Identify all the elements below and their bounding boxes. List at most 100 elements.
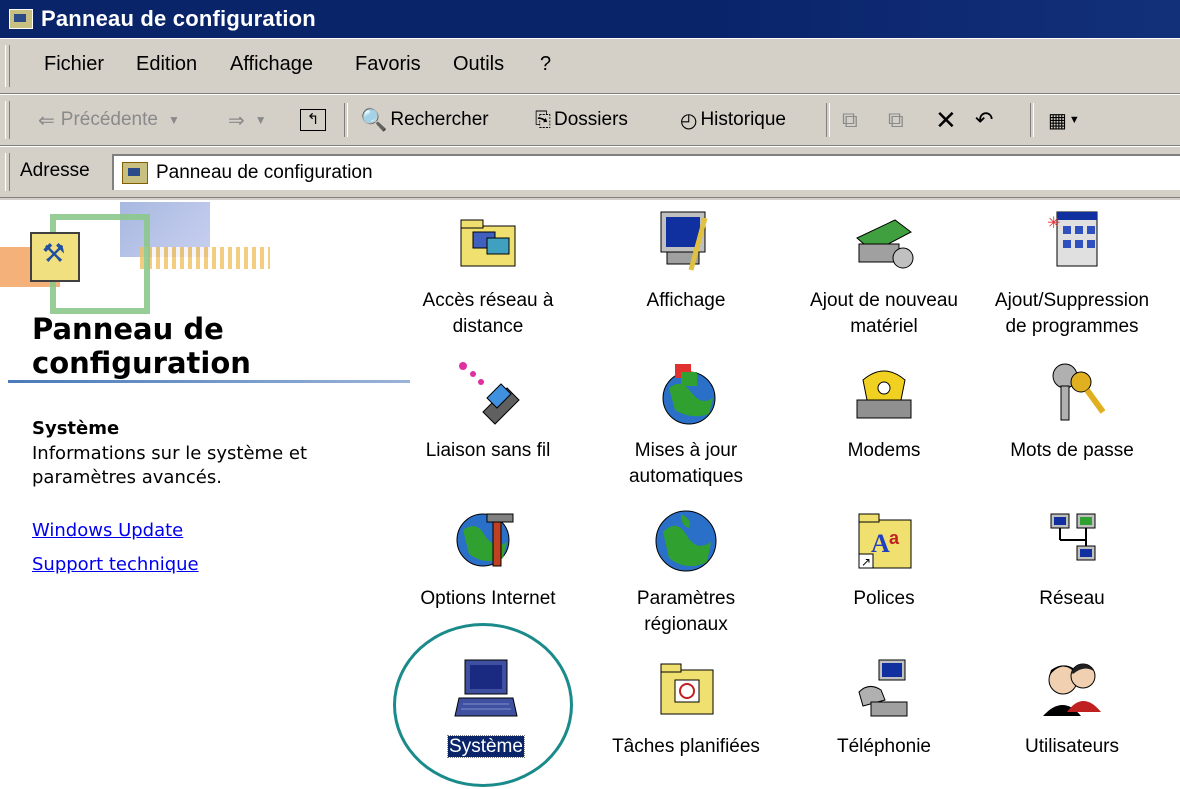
panel-title-line1: Panneau de: [32, 312, 224, 346]
search-icon: 🔍: [360, 107, 388, 132]
network-icon: [1037, 506, 1107, 576]
address-input[interactable]: Panneau de configuration: [112, 154, 1180, 190]
support-technique-link[interactable]: Support technique: [32, 554, 199, 575]
forward-button[interactable]: ⇒ ▼: [228, 105, 267, 135]
svg-text:✳: ✳: [1047, 215, 1060, 232]
item-label: Accès réseau à: [422, 290, 554, 311]
search-button[interactable]: 🔍 Rechercher: [360, 105, 489, 135]
item-polices[interactable]: Aa ↗ Polices: [794, 506, 974, 612]
item-label-line2: régionaux: [644, 614, 728, 635]
menu-help[interactable]: ?: [540, 53, 551, 76]
item-label-line2: distance: [452, 316, 524, 337]
history-label: Historique: [700, 109, 786, 130]
window-chrome: Fichier Edition Affichage Favoris Outils…: [0, 38, 1180, 200]
globe-tools-icon: [453, 506, 523, 576]
item-ajout-materiel[interactable]: Ajout de nouveau matériel: [794, 208, 974, 340]
item-telephonie[interactable]: Téléphonie: [794, 654, 974, 760]
users-icon: [1037, 654, 1107, 724]
item-label-line2: automatiques: [628, 466, 744, 487]
folders-label: Dossiers: [554, 109, 628, 130]
globe-icon: [651, 506, 721, 576]
keys-icon: [1037, 358, 1107, 428]
item-options-internet[interactable]: Options Internet: [398, 506, 578, 612]
windows-update-link[interactable]: Windows Update: [32, 520, 183, 541]
title-bar[interactable]: Panneau de configuration: [0, 0, 1180, 38]
item-label: Polices: [853, 588, 915, 609]
menu-affichage[interactable]: Affichage: [230, 53, 313, 76]
item-label: Liaison sans fil: [425, 440, 551, 461]
item-label-line2: de programmes: [1005, 316, 1139, 337]
item-acces-reseau[interactable]: Accès réseau à distance: [398, 208, 578, 340]
views-dropdown-icon: ▼: [1068, 114, 1080, 126]
history-icon: ◴: [680, 109, 698, 132]
undo-icon: ↶: [975, 107, 994, 132]
item-ajout-suppression[interactable]: ✳ Ajout/Suppression de programmes: [982, 208, 1162, 340]
svg-text:a: a: [889, 528, 900, 548]
address-bar: Adresse Panneau de configuration: [0, 146, 1180, 198]
item-utilisateurs[interactable]: Utilisateurs: [982, 654, 1162, 760]
delete-x-icon: ✕: [935, 104, 957, 135]
forward-arrow-icon: ⇒: [228, 109, 245, 132]
network-folder-icon: [453, 208, 523, 278]
item-label: Options Internet: [420, 588, 556, 609]
item-mots-de-passe[interactable]: Mots de passe: [982, 358, 1162, 464]
views-button[interactable]: ▦ ▼: [1048, 105, 1080, 135]
selected-item-title: Système: [32, 418, 120, 439]
menu-outils[interactable]: Outils: [453, 53, 504, 76]
item-reseau[interactable]: Réseau: [982, 506, 1162, 612]
item-label: Mises à jour: [634, 440, 738, 461]
up-folder-button[interactable]: ↰: [300, 105, 326, 135]
menu-bar: Fichier Edition Affichage Favoris Outils…: [0, 38, 1180, 94]
panel-title-line2: configuration: [32, 346, 251, 380]
svg-text:A: A: [871, 529, 890, 558]
selected-item-description: Informations sur le système et paramètre…: [32, 443, 308, 488]
item-label: Ajout/Suppression: [994, 290, 1150, 311]
toolbar-grip[interactable]: [5, 101, 10, 139]
computer-icon: [451, 654, 521, 724]
toolbar-separator: [344, 103, 348, 137]
svg-text:↗: ↗: [861, 555, 871, 569]
control-panel-icon: [9, 9, 33, 29]
history-button[interactable]: ◴ Historique: [680, 105, 786, 135]
item-label: Ajout de nouveau: [810, 290, 958, 311]
item-label-line2: matériel: [850, 316, 918, 337]
item-modems[interactable]: Modems: [794, 358, 974, 464]
address-bar-grip[interactable]: [5, 153, 10, 191]
control-panel-banner: [0, 202, 410, 314]
item-label: Réseau: [1039, 588, 1105, 609]
toolbar-separator: [826, 103, 830, 137]
item-parametres-regionaux[interactable]: Paramètres régionaux: [596, 506, 776, 638]
menu-fichier[interactable]: Fichier: [44, 53, 104, 76]
address-value: Panneau de configuration: [156, 162, 373, 183]
toolbar-separator: [1030, 103, 1034, 137]
item-liaison-sans-fil[interactable]: Liaison sans fil: [398, 358, 578, 464]
control-panel-folder-icon: [30, 232, 80, 282]
panel-title: Panneau de configuration: [32, 312, 251, 380]
fonts-folder-icon: Aa ↗: [849, 506, 919, 576]
menu-favoris[interactable]: Favoris: [355, 53, 421, 76]
folders-icon: ⎘: [535, 108, 551, 131]
item-label: Paramètres: [636, 588, 736, 609]
item-taches-planifiees[interactable]: Tâches planifiées: [596, 654, 776, 760]
copy-to-button[interactable]: ⧉: [888, 105, 904, 135]
telephony-icon: [849, 654, 919, 724]
modem-phone-icon: [849, 358, 919, 428]
divider: [8, 380, 410, 383]
search-label: Rechercher: [390, 109, 489, 130]
move-to-button[interactable]: ⧉: [842, 105, 858, 135]
back-button[interactable]: ⇐ Précédente ▼: [38, 105, 180, 135]
item-label: Téléphonie: [836, 736, 932, 757]
menu-edition[interactable]: Edition: [136, 53, 197, 76]
copy-to-icon: ⧉: [888, 107, 904, 132]
item-label-selected: Système: [447, 735, 525, 758]
item-systeme[interactable]: Système: [396, 654, 576, 760]
delete-button[interactable]: ✕: [935, 105, 957, 135]
undo-button[interactable]: ↶: [975, 105, 993, 135]
item-affichage[interactable]: Affichage: [596, 208, 776, 314]
folders-button[interactable]: ⎘ Dossiers: [535, 105, 628, 135]
item-mises-a-jour[interactable]: Mises à jour automatiques: [596, 358, 776, 490]
back-arrow-icon: ⇐: [38, 109, 55, 132]
menu-bar-grip[interactable]: [5, 45, 10, 87]
item-label: Affichage: [646, 290, 726, 311]
standard-toolbar: ⇐ Précédente ▼ ⇒ ▼ ↰ 🔍 Rechercher ⎘ Doss…: [0, 94, 1180, 146]
